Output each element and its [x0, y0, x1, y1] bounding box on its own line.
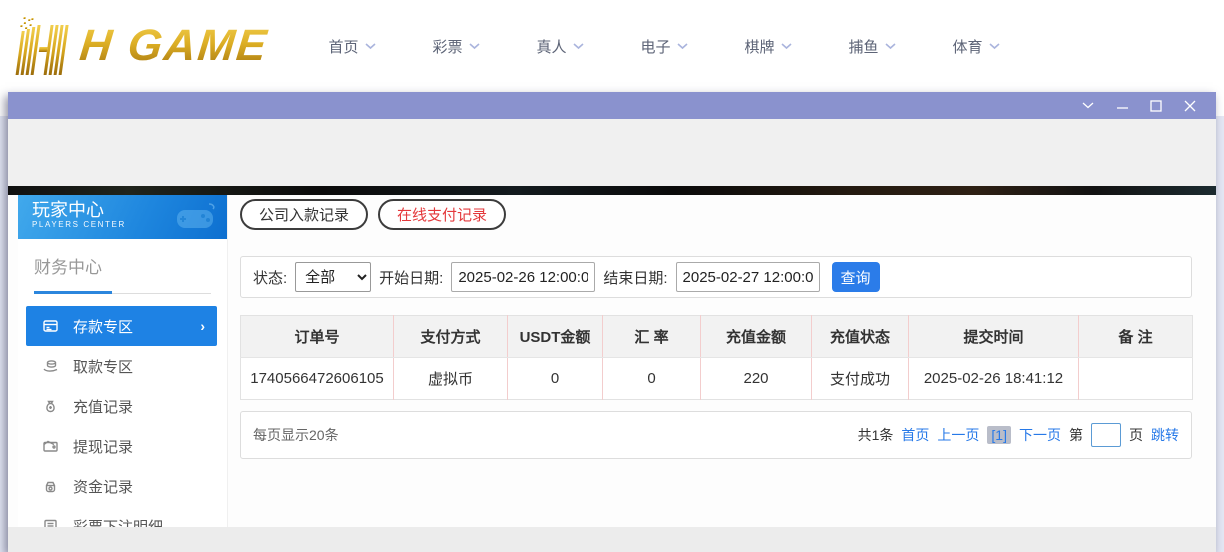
chevron-down-icon	[1082, 102, 1094, 108]
chevron-right-icon: ›	[200, 318, 205, 334]
cell-recharge-status: 支付成功	[811, 357, 909, 400]
current-page-badge: [1]	[987, 426, 1011, 444]
sidebar-header: 玩家中心 PLAYERS CENTER	[18, 195, 227, 239]
nav-item-home[interactable]: 首页	[300, 36, 404, 57]
sidebar-item-label: 充值记录	[73, 398, 134, 416]
total-count: 共1条	[857, 427, 894, 443]
jump-suffix-label: 页	[1129, 427, 1143, 443]
col-recharge-status: 充值状态	[811, 315, 909, 358]
sidebar: 玩家中心 PLAYERS CENTER 财务中心 存款专区 › 取款专区 充值记…	[18, 195, 228, 536]
end-date-label: 结束日期:	[603, 269, 668, 287]
nav-item-live[interactable]: 真人	[508, 36, 612, 57]
chevron-down-icon	[988, 42, 1000, 49]
table-row: 1740566472606105 虚拟币 0 0 220 支付成功 2025-0…	[241, 357, 1193, 400]
withdraw-hand-icon	[42, 358, 59, 374]
chevron-down-icon	[468, 42, 480, 49]
pagination-bar: 每页显示20条 共1条 首页 上一页 [1] 下一页 第 页 跳转	[240, 411, 1192, 459]
jump-prefix-label: 第	[1069, 427, 1083, 443]
nav-item-fishing[interactable]: 捕鱼	[820, 36, 924, 57]
deposit-card-icon	[42, 318, 59, 334]
nav-item-lottery[interactable]: 彩票	[404, 36, 508, 57]
table-header-row: 订单号 支付方式 USDT金额 汇 率 充值金额 充值状态 提交时间 备 注	[240, 315, 1193, 358]
chevron-down-icon	[572, 42, 584, 49]
jump-link[interactable]: 跳转	[1151, 425, 1179, 445]
chevron-down-icon	[676, 42, 688, 49]
window-titlebar	[8, 92, 1216, 119]
pager: 共1条 首页 上一页 [1] 下一页 第 页 跳转	[858, 423, 1179, 447]
col-submit-time: 提交时间	[908, 315, 1079, 358]
sidebar-item-label: 资金记录	[73, 478, 134, 496]
col-pay-method: 支付方式	[393, 315, 508, 358]
cell-submit-time: 2025-02-26 18:41:12	[908, 357, 1079, 400]
tab-online-payment-records[interactable]: 在线支付记录	[378, 199, 507, 230]
sidebar-item-label: 提现记录	[73, 438, 134, 456]
minimize-icon	[1116, 106, 1128, 109]
cell-rate: 0	[602, 357, 701, 400]
page-number-input[interactable]	[1091, 423, 1121, 447]
cell-usdt-amount: 0	[507, 357, 603, 400]
cell-recharge-amount: 220	[700, 357, 812, 400]
site-header: H GAME 首页 彩票 真人 电子 棋牌 捕鱼 体育	[0, 0, 1224, 92]
maximize-icon	[1150, 99, 1162, 112]
first-page-link[interactable]: 首页	[901, 425, 929, 445]
coin-purse-icon	[42, 478, 59, 494]
section-divider	[34, 291, 211, 294]
window-content: 玩家中心 PLAYERS CENTER 财务中心 存款专区 › 取款专区 充值记…	[8, 195, 1216, 536]
sidebar-menu: 存款专区 › 取款专区 充值记录 提现记录 资金记录	[18, 306, 227, 546]
sidebar-item-recharge-records[interactable]: 充值记录	[18, 386, 227, 426]
window-footer-strip	[8, 527, 1216, 552]
sidebar-item-withdraw-zone[interactable]: 取款专区	[18, 346, 227, 386]
col-usdt-amount: USDT金额	[507, 315, 603, 358]
chevron-down-icon	[364, 42, 376, 49]
sidebar-item-label: 存款专区	[73, 318, 134, 336]
striped-h-gold-icon	[15, 17, 69, 75]
sidebar-item-label: 取款专区	[73, 358, 134, 376]
cell-remark	[1078, 357, 1193, 400]
nav-item-boardgames[interactable]: 棋牌	[716, 36, 820, 57]
sidebar-item-fund-records[interactable]: 资金记录	[18, 466, 227, 506]
window-minimize-button[interactable]	[1110, 96, 1134, 116]
gamepad-icon	[177, 203, 215, 228]
col-order-no: 订单号	[240, 315, 394, 358]
main-nav: 首页 彩票 真人 电子 棋牌 捕鱼 体育	[300, 0, 1028, 92]
end-date-input[interactable]	[675, 262, 820, 292]
prev-page-link[interactable]: 上一页	[937, 425, 979, 445]
window-maximize-button[interactable]	[1144, 96, 1168, 116]
close-icon	[1184, 100, 1196, 111]
window-collapse-button[interactable]	[1076, 96, 1100, 116]
content-top-banner	[8, 186, 1216, 195]
col-rate: 汇 率	[602, 315, 701, 358]
sidebar-section-title: 财务中心	[34, 258, 102, 277]
app-window: 玩家中心 PLAYERS CENTER 财务中心 存款专区 › 取款专区 充值记…	[8, 92, 1216, 552]
record-tabs: 公司入款记录 在线支付记录	[240, 199, 507, 230]
nav-item-slots[interactable]: 电子	[612, 36, 716, 57]
col-remark: 备 注	[1078, 315, 1193, 358]
status-select[interactable]: 全部	[295, 262, 372, 292]
status-label: 状态:	[253, 269, 288, 287]
chevron-down-icon	[780, 42, 792, 49]
next-page-link[interactable]: 下一页	[1019, 425, 1061, 445]
tab-company-deposit-records[interactable]: 公司入款记录	[240, 199, 369, 230]
cell-pay-method: 虚拟币	[393, 357, 508, 400]
section-divider-accent	[34, 291, 112, 294]
cell-order-no: 1740566472606105	[250, 370, 384, 387]
sidebar-item-deposit-zone[interactable]: 存款专区 ›	[26, 306, 217, 346]
sidebar-item-withdrawal-records[interactable]: 提现记录	[18, 426, 227, 466]
start-date-input[interactable]	[451, 262, 596, 292]
records-table: 订单号 支付方式 USDT金额 汇 率 充值金额 充值状态 提交时间 备 注 1…	[240, 315, 1193, 400]
chevron-down-icon	[884, 42, 896, 49]
nav-item-sports[interactable]: 体育	[924, 36, 1028, 57]
per-page-label: 每页显示20条	[253, 427, 339, 443]
search-button[interactable]: 查询	[831, 262, 880, 292]
wallet-icon	[42, 438, 59, 454]
col-recharge-amount: 充值金额	[700, 315, 812, 358]
start-date-label: 开始日期:	[379, 269, 444, 287]
money-bag-icon	[42, 398, 59, 414]
window-close-button[interactable]	[1178, 96, 1202, 116]
brand-logo[interactable]: H GAME	[10, 8, 271, 84]
brand-text: H GAME	[77, 21, 271, 70]
filter-bar: 状态: 全部 开始日期: 结束日期: 查询	[240, 256, 1192, 298]
